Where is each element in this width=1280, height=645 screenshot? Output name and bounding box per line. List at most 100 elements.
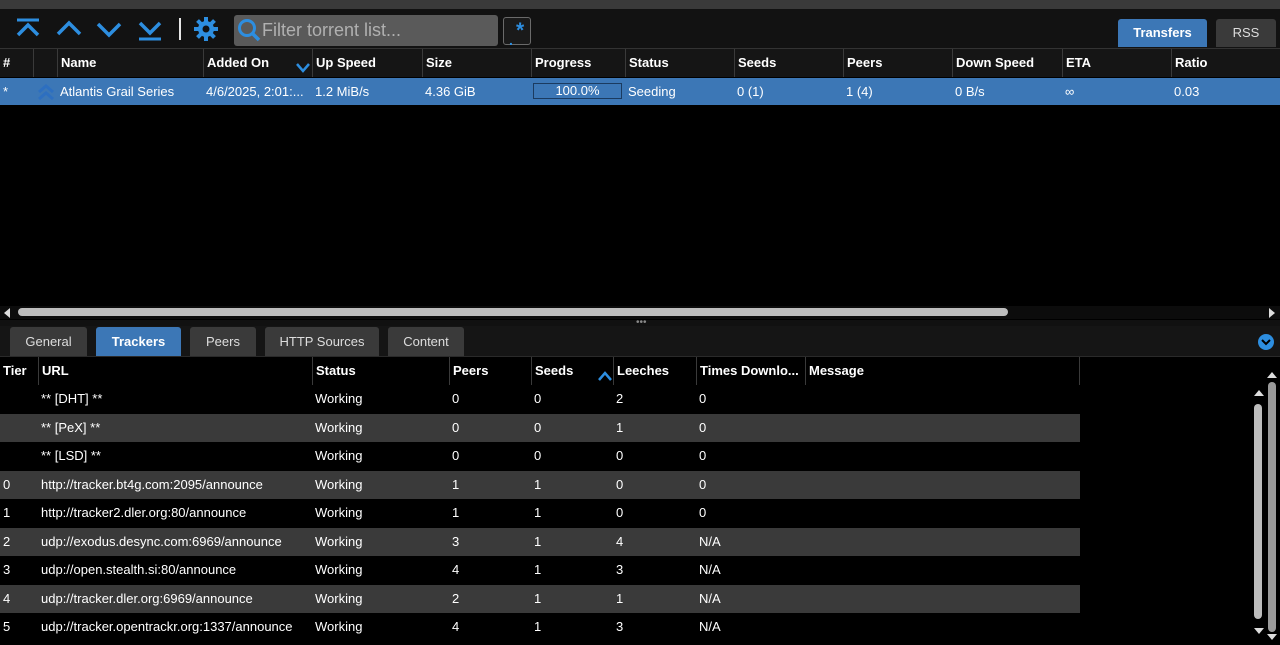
- tracker-seeds: 0: [534, 419, 542, 435]
- tab-trackers[interactable]: Trackers: [96, 327, 181, 356]
- col-header-name[interactable]: Name: [57, 49, 203, 77]
- tracker-row[interactable]: ** [DHT] ** Working 0 0 2 0: [0, 385, 1080, 413]
- col-header-ratio[interactable]: Ratio: [1171, 49, 1280, 77]
- tracker-leeches: 4: [616, 533, 624, 549]
- col-header-message[interactable]: Message: [805, 357, 1080, 385]
- tracker-peers: 4: [452, 619, 460, 634]
- tracker-url: http://tracker.bt4g.com:2095/announce: [41, 476, 263, 492]
- hscroll-thumb[interactable]: [18, 308, 1008, 316]
- tab-http-sources[interactable]: HTTP Sources: [265, 327, 379, 356]
- tracker-tier: 3: [3, 562, 11, 577]
- col-header-peers[interactable]: Peers: [449, 357, 531, 385]
- page-scroll-down-icon[interactable]: [1267, 634, 1277, 640]
- page-scroll-up-icon[interactable]: [1267, 372, 1277, 378]
- tracker-downloaded: N/A: [699, 619, 721, 634]
- tracker-tier: 1: [3, 505, 11, 520]
- tracker-status: Working: [315, 505, 363, 520]
- col-header-size[interactable]: Size: [422, 49, 531, 77]
- properties-tabs: General Trackers Peers HTTP Sources Cont…: [0, 326, 1280, 357]
- col-header-seeds[interactable]: Seeds: [531, 357, 613, 385]
- tab-content[interactable]: Content: [388, 327, 464, 356]
- tracker-message: [805, 528, 1080, 556]
- tab-rss[interactable]: RSS: [1216, 19, 1276, 47]
- tracker-row[interactable]: 3 udp://open.stealth.si:80/announce Work…: [0, 556, 1080, 584]
- tracker-row[interactable]: 5 udp://tracker.opentrackr.org:1337/anno…: [0, 613, 1080, 641]
- col-header-status[interactable]: Status: [312, 357, 449, 385]
- tracker-url: ** [PeX] **: [41, 419, 101, 435]
- col-header-leeches[interactable]: Leeches: [613, 357, 696, 385]
- trackers-table: Tier URL Status Peers Seeds Leeches Time…: [0, 357, 1252, 645]
- tracker-row[interactable]: ** [PeX] ** Working 0 0 1 0: [0, 413, 1080, 442]
- tracker-tier: 5: [3, 619, 11, 634]
- col-header-eta[interactable]: ETA: [1062, 49, 1171, 77]
- torrent-up-speed: 1.2 MiB/s: [315, 84, 370, 99]
- transfer-list: # Name Added On Up Speed Size Progress S…: [0, 48, 1280, 307]
- tracker-downloaded: 0: [699, 391, 707, 406]
- col-header-state[interactable]: [33, 49, 57, 77]
- torrent-peers: 1 (4): [846, 84, 873, 99]
- tracker-row[interactable]: 0 http://tracker.bt4g.com:2095/announce …: [0, 470, 1080, 499]
- torrent-row[interactable]: * Atlantis Grail Series 4/6/2025, 2:01:.…: [0, 78, 1280, 105]
- transfer-list-header: # Name Added On Up Speed Size Progress S…: [0, 49, 1280, 77]
- torrent-num: *: [3, 84, 9, 99]
- tracker-row[interactable]: ** [LSD] ** Working 0 0 0 0: [0, 442, 1080, 470]
- regex-toggle-button[interactable]: . *: [503, 17, 531, 47]
- tracker-peers: 4: [452, 562, 460, 577]
- col-header-added-on[interactable]: Added On: [203, 49, 312, 77]
- scroll-right-icon[interactable]: [1269, 308, 1275, 318]
- tracker-seeds: 1: [534, 619, 542, 634]
- torrent-status: Seeding: [628, 84, 676, 99]
- col-header-peers[interactable]: Peers: [843, 49, 952, 77]
- tracker-leeches: 2: [616, 391, 624, 406]
- col-header-seeds[interactable]: Seeds: [734, 49, 843, 77]
- tab-peers[interactable]: Peers: [190, 327, 256, 356]
- tracker-row[interactable]: 4 udp://tracker.dler.org:6969/announce W…: [0, 584, 1080, 613]
- tab-general[interactable]: General: [10, 327, 87, 356]
- gear-icon[interactable]: [192, 15, 220, 43]
- col-header-seeds-label: Seeds: [535, 363, 574, 378]
- tracker-downloaded: N/A: [699, 562, 721, 577]
- scroll-up-icon[interactable]: [1254, 390, 1264, 396]
- tracker-message: [805, 556, 1080, 584]
- sort-ascending-icon: [598, 364, 612, 385]
- move-to-top-icon[interactable]: [14, 15, 42, 43]
- torrent-down-speed: 0 B/s: [955, 84, 985, 99]
- page-vscroll-thumb[interactable]: [1268, 382, 1276, 632]
- tracker-seeds: 1: [534, 533, 542, 549]
- tracker-tier: [0, 414, 38, 442]
- col-header-url[interactable]: URL: [38, 357, 312, 385]
- move-to-bottom-icon[interactable]: [136, 15, 164, 43]
- tracker-row[interactable]: 1 http://tracker2.dler.org:80/announce W…: [0, 499, 1080, 527]
- torrent-name: Atlantis Grail Series: [60, 84, 175, 99]
- search-input[interactable]: [262, 15, 492, 46]
- col-header-num[interactable]: #: [0, 49, 33, 77]
- tracker-url: udp://tracker.opentrackr.org:1337/announ…: [41, 619, 293, 634]
- col-header-up-speed[interactable]: Up Speed: [312, 49, 422, 77]
- tracker-message: [805, 471, 1080, 499]
- tracker-row[interactable]: 2 udp://exodus.desync.com:6969/announce …: [0, 527, 1080, 556]
- tracker-leeches: 0: [616, 505, 624, 520]
- tracker-url: ** [LSD] **: [41, 448, 101, 463]
- tracker-downloaded: 0: [699, 419, 707, 435]
- move-down-icon[interactable]: [95, 15, 123, 43]
- vscroll-thumb[interactable]: [1254, 404, 1262, 619]
- tracker-leeches: 1: [616, 590, 624, 606]
- scroll-down-icon[interactable]: [1254, 628, 1264, 634]
- move-up-icon[interactable]: [55, 15, 83, 43]
- col-header-status[interactable]: Status: [625, 49, 734, 77]
- col-header-times-downloaded[interactable]: Times Downlo...: [696, 357, 805, 385]
- tab-transfers[interactable]: Transfers: [1118, 19, 1207, 47]
- col-header-tier[interactable]: Tier: [0, 357, 38, 385]
- collapse-panel-icon[interactable]: [1258, 334, 1274, 350]
- tracker-peers: 3: [452, 533, 460, 549]
- col-header-progress[interactable]: Progress: [531, 49, 625, 77]
- torrent-ratio: 0.03: [1174, 84, 1200, 99]
- col-header-down-speed[interactable]: Down Speed: [952, 49, 1062, 77]
- tracker-status: Working: [315, 533, 363, 549]
- tracker-tier: 2: [3, 533, 11, 549]
- page-vscrollbar[interactable]: [1266, 372, 1278, 645]
- scroll-left-icon[interactable]: [4, 308, 10, 318]
- tracker-status: Working: [315, 590, 363, 606]
- tracker-seeds: 1: [534, 476, 542, 492]
- tracker-downloaded: 0: [699, 505, 707, 520]
